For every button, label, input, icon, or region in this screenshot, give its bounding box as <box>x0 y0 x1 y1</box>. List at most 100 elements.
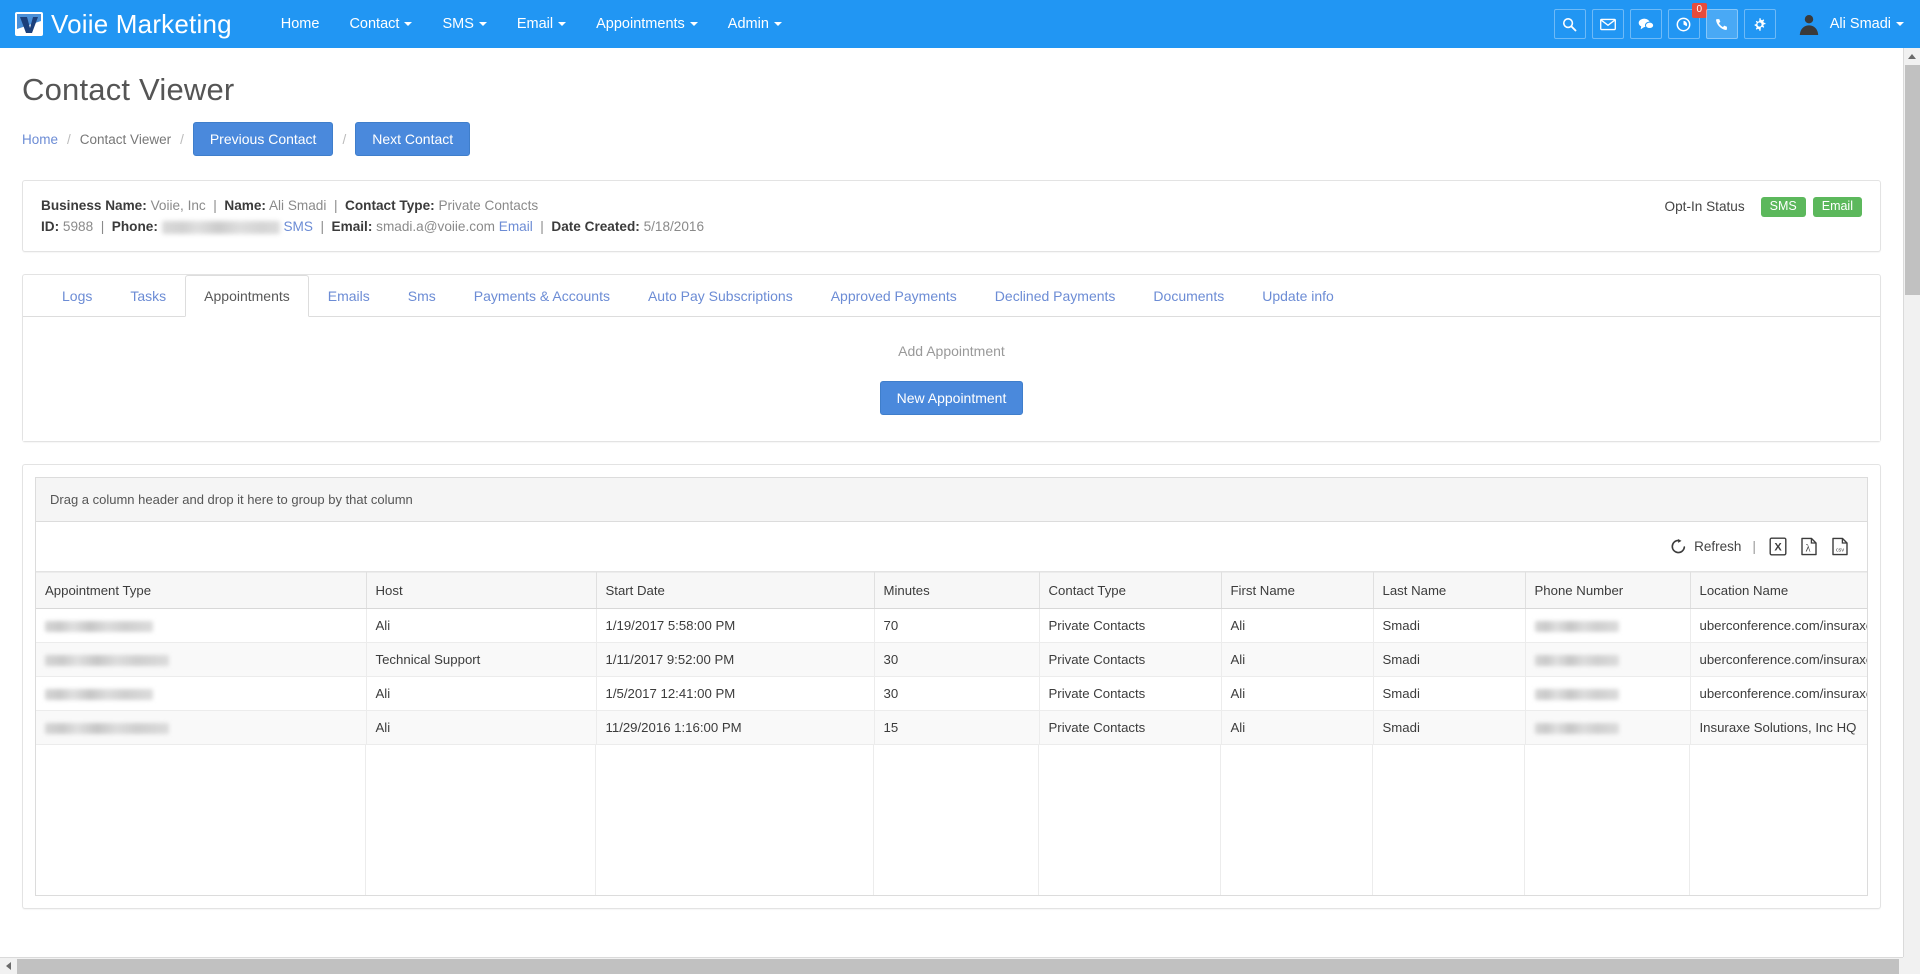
nav-item-email[interactable]: Email <box>502 0 581 48</box>
toolbar-separator: | <box>1752 538 1756 555</box>
tab-logs-label: Logs <box>62 288 93 304</box>
tab-bar: Logs Tasks Appointments Emails Sms Payme… <box>23 275 1880 317</box>
breadcrumb: Home / Contact Viewer / Previous Contact… <box>22 122 1881 156</box>
phone-icon-button[interactable] <box>1705 9 1738 39</box>
breadcrumb-home-link[interactable]: Home <box>22 132 58 147</box>
cell-phone-number <box>1525 710 1691 745</box>
tab-payments-accounts[interactable]: Payments & Accounts <box>455 275 629 317</box>
breadcrumb-separator: / <box>67 131 71 147</box>
cell-contact-type: Private Contacts <box>1039 710 1222 745</box>
tab-sms[interactable]: Sms <box>389 275 455 317</box>
envelope-icon-button[interactable] <box>1591 9 1624 39</box>
tab-emails[interactable]: Emails <box>309 275 389 317</box>
email-value: smadi.a@voiie.com <box>376 219 495 234</box>
column-header-appointment-type[interactable]: Appointment Type <box>36 571 367 609</box>
cell-appointment-type <box>36 608 367 643</box>
brand-logo-link[interactable]: Voiie Marketing <box>14 9 232 40</box>
tab-declined-payments-label: Declined Payments <box>994 288 1116 304</box>
horizontal-scrollbar-thumb[interactable] <box>17 958 1899 974</box>
column-header-location-name[interactable]: Location Name <box>1690 571 1867 609</box>
vertical-scrollbar-thumb[interactable] <box>1905 65 1920 295</box>
column-header-minutes[interactable]: Minutes <box>874 571 1040 609</box>
table-row[interactable]: Technical Support 1/11/2017 9:52:00 PM 3… <box>36 642 1867 677</box>
export-excel-button[interactable]: X <box>1769 537 1787 556</box>
cell-last-name: Smadi <box>1373 642 1526 677</box>
cell-start-date: 11/29/2016 1:16:00 PM <box>596 710 875 745</box>
chevron-down-icon <box>689 22 698 26</box>
column-header-start-date[interactable]: Start Date <box>596 571 875 609</box>
grid-toolbar: Refresh | X λ csv <box>36 521 1867 572</box>
appointment-type-redacted <box>45 688 153 700</box>
tab-approved-payments[interactable]: Approved Payments <box>812 275 976 317</box>
nav-item-contact[interactable]: Contact <box>334 0 427 48</box>
date-created-value: 5/18/2016 <box>643 219 705 234</box>
tab-auto-pay-subscriptions[interactable]: Auto Pay Subscriptions <box>629 275 812 317</box>
chevron-down-icon <box>558 22 567 26</box>
optin-badge-sms[interactable]: SMS <box>1760 197 1806 217</box>
nav-item-home[interactable]: Home <box>266 0 335 48</box>
cell-contact-type: Private Contacts <box>1039 642 1222 677</box>
optin-status-label: Opt-In Status <box>1664 199 1745 215</box>
cell-minutes: 30 <box>874 642 1040 677</box>
next-contact-button[interactable]: Next Contact <box>355 122 471 156</box>
cell-minutes: 30 <box>874 676 1040 711</box>
chat-bubble-icon-button[interactable] <box>1629 9 1662 39</box>
email-send-link[interactable]: Email <box>499 219 533 234</box>
appointments-grid-panel: Drag a column header and drop it here to… <box>22 463 1881 909</box>
clock-icon-button[interactable]: 0 <box>1667 3 1707 39</box>
search-icon-button[interactable] <box>1553 9 1586 39</box>
appointments-table: Appointment Type Host Start Date Minutes… <box>36 571 1867 745</box>
nav-item-home-label: Home <box>280 16 320 32</box>
phone-number-redacted <box>1534 688 1619 700</box>
tab-documents[interactable]: Documents <box>1134 275 1243 317</box>
vertical-scrollbar[interactable] <box>1903 48 1920 957</box>
contact-type-label: Contact Type: <box>345 198 435 213</box>
tab-declined-payments[interactable]: Declined Payments <box>976 275 1135 317</box>
column-header-phone-number[interactable]: Phone Number <box>1525 571 1691 609</box>
previous-contact-button[interactable]: Previous Contact <box>192 122 334 156</box>
chevron-down-icon <box>1896 22 1904 26</box>
tab-auto-pay-subscriptions-label: Auto Pay Subscriptions <box>647 288 793 304</box>
grid-empty-space <box>36 744 1867 895</box>
nav-item-contact-label: Contact <box>349 16 400 32</box>
phone-icon <box>1716 18 1728 30</box>
phone-number-redacted <box>1534 654 1619 666</box>
group-panel[interactable]: Drag a column header and drop it here to… <box>36 477 1867 522</box>
nav-item-appointments[interactable]: Appointments <box>581 0 713 48</box>
nav-item-admin[interactable]: Admin <box>713 0 797 48</box>
optin-badge-email[interactable]: Email <box>1812 197 1862 217</box>
table-row[interactable]: Ali 1/19/2017 5:58:00 PM 70 Private Cont… <box>36 608 1867 643</box>
contact-line-1: Business Name: Voiie, Inc | Name: Ali Sm… <box>41 198 539 213</box>
column-header-host[interactable]: Host <box>366 571 597 609</box>
export-csv-button[interactable]: csv <box>1831 537 1849 556</box>
optin-status: Opt-In Status SMS Email <box>1665 195 1862 217</box>
column-header-last-name[interactable]: Last Name <box>1373 571 1526 609</box>
nav-item-sms[interactable]: SMS <box>427 0 501 48</box>
gear-icon-button[interactable] <box>1743 9 1776 39</box>
chevron-down-icon <box>404 22 413 26</box>
horizontal-scrollbar[interactable] <box>0 957 1903 974</box>
tab-tasks[interactable]: Tasks <box>111 275 185 317</box>
new-appointment-button[interactable]: New Appointment <box>879 380 1024 415</box>
table-row[interactable]: Ali 1/5/2017 12:41:00 PM 30 Private Cont… <box>36 676 1867 711</box>
column-header-contact-type[interactable]: Contact Type <box>1039 571 1222 609</box>
tab-sms-label: Sms <box>407 288 436 304</box>
tab-logs[interactable]: Logs <box>43 275 111 317</box>
column-header-first-name[interactable]: First Name <box>1221 571 1374 609</box>
export-pdf-button[interactable]: λ <box>1800 537 1818 556</box>
tab-update-info[interactable]: Update info <box>1243 275 1353 317</box>
phone-sms-link[interactable]: SMS <box>283 219 312 234</box>
nav-item-email-label: Email <box>516 16 554 32</box>
tab-appointments[interactable]: Appointments <box>185 275 309 317</box>
svg-text:λ: λ <box>1805 543 1811 554</box>
table-row[interactable]: Ali 11/29/2016 1:16:00 PM 15 Private Con… <box>36 710 1867 745</box>
scroll-left-button[interactable] <box>0 958 17 974</box>
nav-item-appointments-label: Appointments <box>596 16 685 32</box>
phone-number-redacted <box>1534 722 1619 734</box>
cell-last-name: Smadi <box>1373 608 1526 643</box>
table-header-row: Appointment Type Host Start Date Minutes… <box>36 571 1867 609</box>
user-menu[interactable]: Ali Smadi <box>1797 12 1904 36</box>
scroll-up-button[interactable] <box>1904 48 1920 65</box>
refresh-button[interactable]: Refresh <box>1670 538 1741 555</box>
cell-host: Ali <box>366 608 597 643</box>
